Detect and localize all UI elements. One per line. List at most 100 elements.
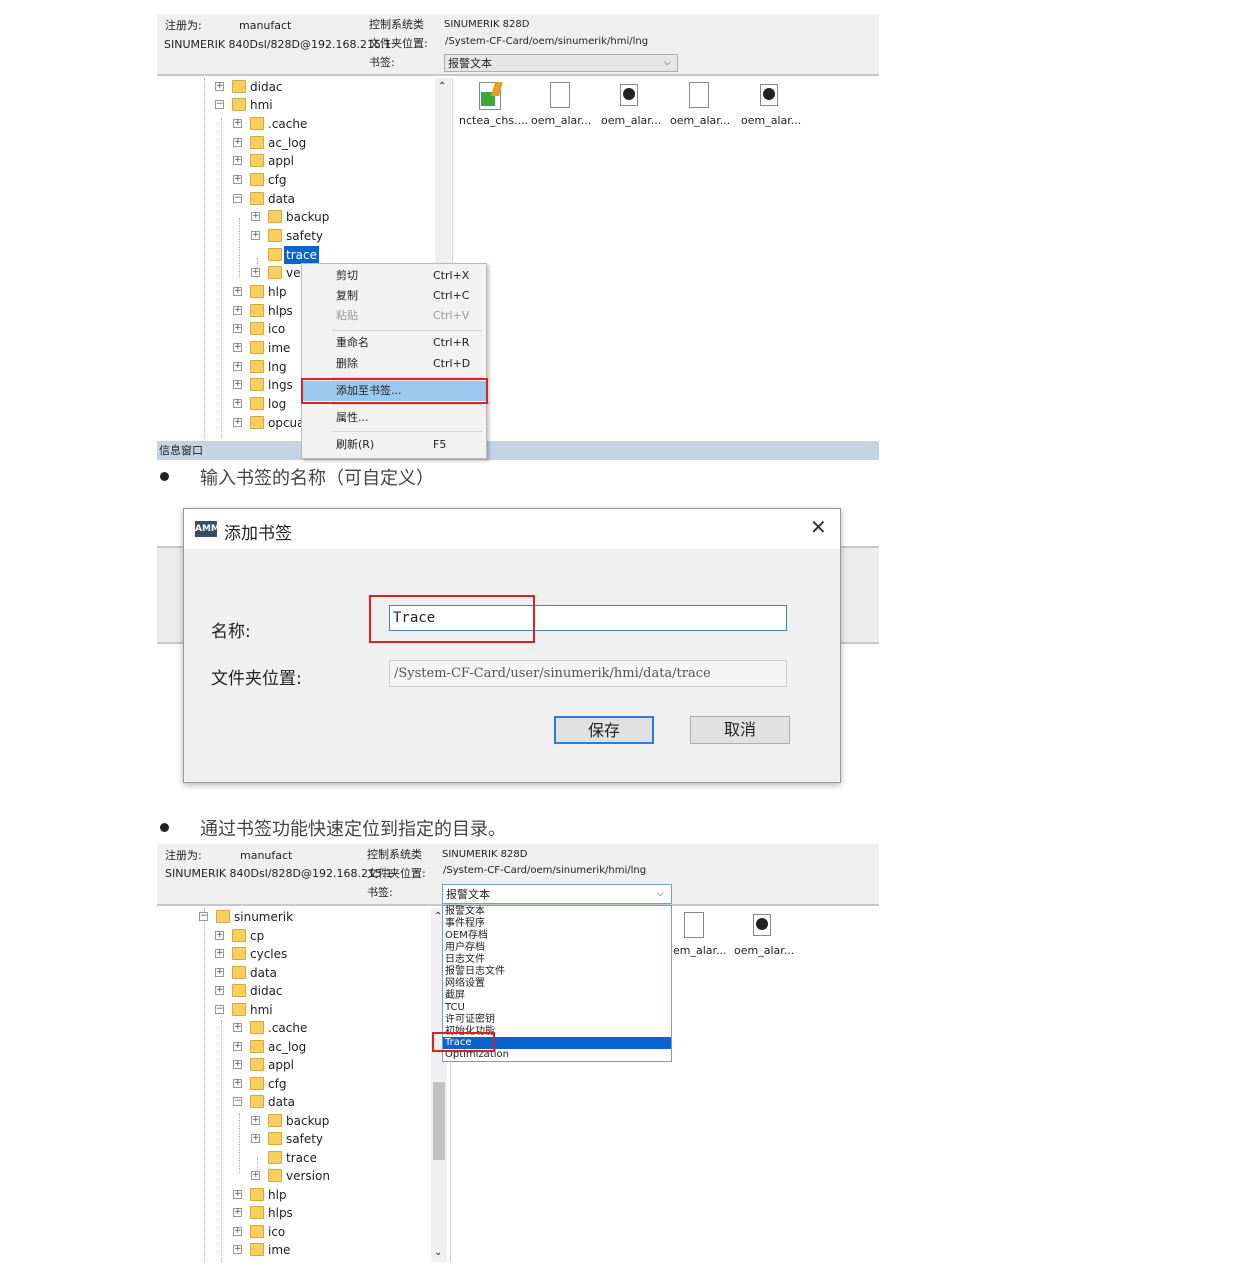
dropdown-option[interactable]: 事件程序 bbox=[445, 918, 485, 930]
folder-icon bbox=[268, 1151, 282, 1164]
control-value: SINUMERIK 828D bbox=[442, 849, 528, 860]
folder-icon bbox=[250, 1225, 264, 1238]
media-file-icon[interactable] bbox=[753, 914, 771, 936]
folder-icon bbox=[250, 1040, 264, 1053]
file-name: nctea_chs.... bbox=[459, 114, 529, 127]
menu-item-rename[interactable]: 重命名 Ctrl+R bbox=[302, 333, 486, 353]
folder-icon bbox=[250, 192, 264, 205]
dialog-title: 添加书签 bbox=[224, 524, 292, 544]
folder-icon bbox=[250, 1077, 264, 1090]
folder-path: /System-CF-Card/oem/sinumerik/hmi/lng bbox=[445, 36, 649, 47]
folder-icon bbox=[268, 210, 282, 223]
menu-item-properties[interactable]: 属性... bbox=[302, 408, 486, 428]
file-name: oem_alar... bbox=[670, 114, 731, 127]
instruction-text-2: 通过书签功能快速定位到指定的目录。 bbox=[200, 819, 506, 840]
registered-label: 注册为: bbox=[165, 849, 202, 862]
folder-icon bbox=[268, 1114, 282, 1127]
file-icon[interactable] bbox=[550, 82, 570, 108]
folder-icon bbox=[250, 1206, 264, 1219]
folder-icon bbox=[232, 1003, 246, 1016]
folder-icon bbox=[268, 229, 282, 242]
folder-icon bbox=[268, 248, 282, 261]
dropdown-option[interactable]: 日志文件 bbox=[445, 954, 485, 966]
folder-location-value: /System-CF-Card/user/sinumerik/hmi/data/… bbox=[394, 666, 711, 681]
folder-icon bbox=[250, 322, 264, 335]
file-manager-panel-1: 注册为: manufact SINUMERIK 840Dsl/828D@192.… bbox=[157, 14, 879, 460]
registered-value: manufact bbox=[240, 849, 293, 862]
folder-tree: − sinumerik + cp + cycles + data + didac − hmi… bbox=[157, 908, 435, 1262]
bullet-dot bbox=[160, 472, 169, 481]
name-label: 名称: bbox=[211, 622, 251, 642]
dropdown-option[interactable]: 截屏 bbox=[445, 990, 465, 1002]
close-icon[interactable]: ✕ bbox=[810, 515, 827, 539]
dropdown-option[interactable]: TCU bbox=[445, 1002, 465, 1014]
add-bookmark-dialog: AMM 添加书签 ✕ 名称: Trace 文件夹位置: /System-CF-C… bbox=[183, 508, 841, 783]
bookmark-label: 书签: bbox=[367, 886, 393, 899]
file-name: oem_alar... bbox=[741, 114, 802, 127]
highlight-box bbox=[301, 378, 488, 404]
bookmark-label: 书签: bbox=[369, 56, 395, 69]
folder-icon bbox=[232, 929, 246, 942]
dropdown-option[interactable]: OEM存档 bbox=[445, 930, 488, 942]
folder-icon bbox=[232, 984, 246, 997]
context-menu: 剪切 Ctrl+X 复制 Ctrl+C 粘贴 Ctrl+V 重命名 Ctrl+R 删除 C… bbox=[301, 263, 487, 459]
folder-icon bbox=[250, 1188, 264, 1201]
file-name: oem_alar... bbox=[531, 114, 592, 127]
control-label: 控制系统类 bbox=[367, 848, 422, 861]
dropdown-option[interactable]: 许可证密钥 bbox=[445, 1014, 495, 1026]
app-logo-icon: AMM bbox=[195, 521, 220, 537]
folder-icon bbox=[232, 966, 246, 979]
chevron-down-icon: ⌵ bbox=[657, 889, 664, 899]
media-file-icon[interactable] bbox=[760, 84, 778, 106]
folder-icon bbox=[250, 154, 264, 167]
folder-icon bbox=[250, 1021, 264, 1034]
folder-path: /System-CF-Card/oem/sinumerik/hmi/lng bbox=[443, 865, 647, 876]
connection-text: SINUMERIK 840Dsl/828D@192.168.215.1 bbox=[164, 38, 392, 51]
folder-icon bbox=[250, 173, 264, 186]
chevron-down-icon: ⌄ bbox=[434, 1247, 443, 1258]
folder-location-label: 文件夹位置: bbox=[211, 669, 302, 689]
bookmark-select[interactable]: 报警文本 ⌵ bbox=[442, 884, 672, 904]
control-label: 控制系统类 bbox=[369, 18, 424, 31]
file-icon[interactable] bbox=[689, 82, 709, 108]
folder-icon bbox=[250, 1058, 264, 1071]
info-window-bar: 信息窗口 bbox=[157, 441, 879, 460]
highlight-box bbox=[432, 1032, 495, 1052]
scrollbar-thumb[interactable] bbox=[433, 1082, 445, 1160]
menu-item-copy[interactable]: 复制 Ctrl+C bbox=[302, 286, 486, 306]
menu-item-delete[interactable]: 删除 Ctrl+D bbox=[302, 354, 486, 374]
dropdown-option[interactable]: 用户存档 bbox=[445, 942, 485, 954]
connection-header: 注册为: manufact SINUMERIK 840Dsl/828D@192.… bbox=[157, 844, 879, 906]
save-button[interactable]: 保存 bbox=[554, 716, 654, 744]
bookmark-select[interactable]: 报警文本 ⌵ bbox=[444, 54, 678, 72]
dialog-titlebar: AMM 添加书签 ✕ bbox=[184, 509, 840, 549]
folder-icon bbox=[250, 378, 264, 391]
folder-icon bbox=[250, 117, 264, 130]
instruction-text-1: 输入书签的名称（可自定义） bbox=[200, 468, 434, 489]
folder-icon bbox=[232, 80, 246, 93]
cancel-button[interactable]: 取消 bbox=[690, 716, 790, 744]
bookmark-select-value: 报警文本 bbox=[446, 888, 490, 901]
folder-icon bbox=[216, 910, 230, 923]
menu-item-refresh[interactable]: 刷新(R) F5 bbox=[302, 435, 486, 455]
media-file-icon[interactable] bbox=[620, 84, 638, 106]
highlight-box bbox=[369, 595, 535, 643]
folder-icon bbox=[268, 1132, 282, 1145]
file-name: oem_alar... bbox=[734, 944, 795, 957]
file-icon-nctea[interactable] bbox=[479, 82, 503, 110]
chevron-up-icon: ⌃ bbox=[438, 81, 447, 92]
menu-item-paste[interactable]: 粘贴 Ctrl+V bbox=[302, 306, 486, 326]
registered-value: manufact bbox=[239, 19, 292, 32]
file-icon[interactable] bbox=[684, 912, 704, 938]
registered-label: 注册为: bbox=[165, 19, 202, 32]
folder-icon bbox=[250, 397, 264, 410]
dropdown-option[interactable]: 报警文本 bbox=[445, 906, 485, 918]
dropdown-option[interactable]: 报警日志文件 bbox=[445, 966, 505, 978]
folder-icon bbox=[250, 285, 264, 298]
folder-icon bbox=[250, 341, 264, 354]
dropdown-option[interactable]: 网络设置 bbox=[445, 978, 485, 990]
folder-icon bbox=[250, 304, 264, 317]
menu-item-cut[interactable]: 剪切 Ctrl+X bbox=[302, 266, 486, 286]
folder-icon bbox=[250, 1243, 264, 1256]
folder-icon bbox=[250, 416, 264, 429]
